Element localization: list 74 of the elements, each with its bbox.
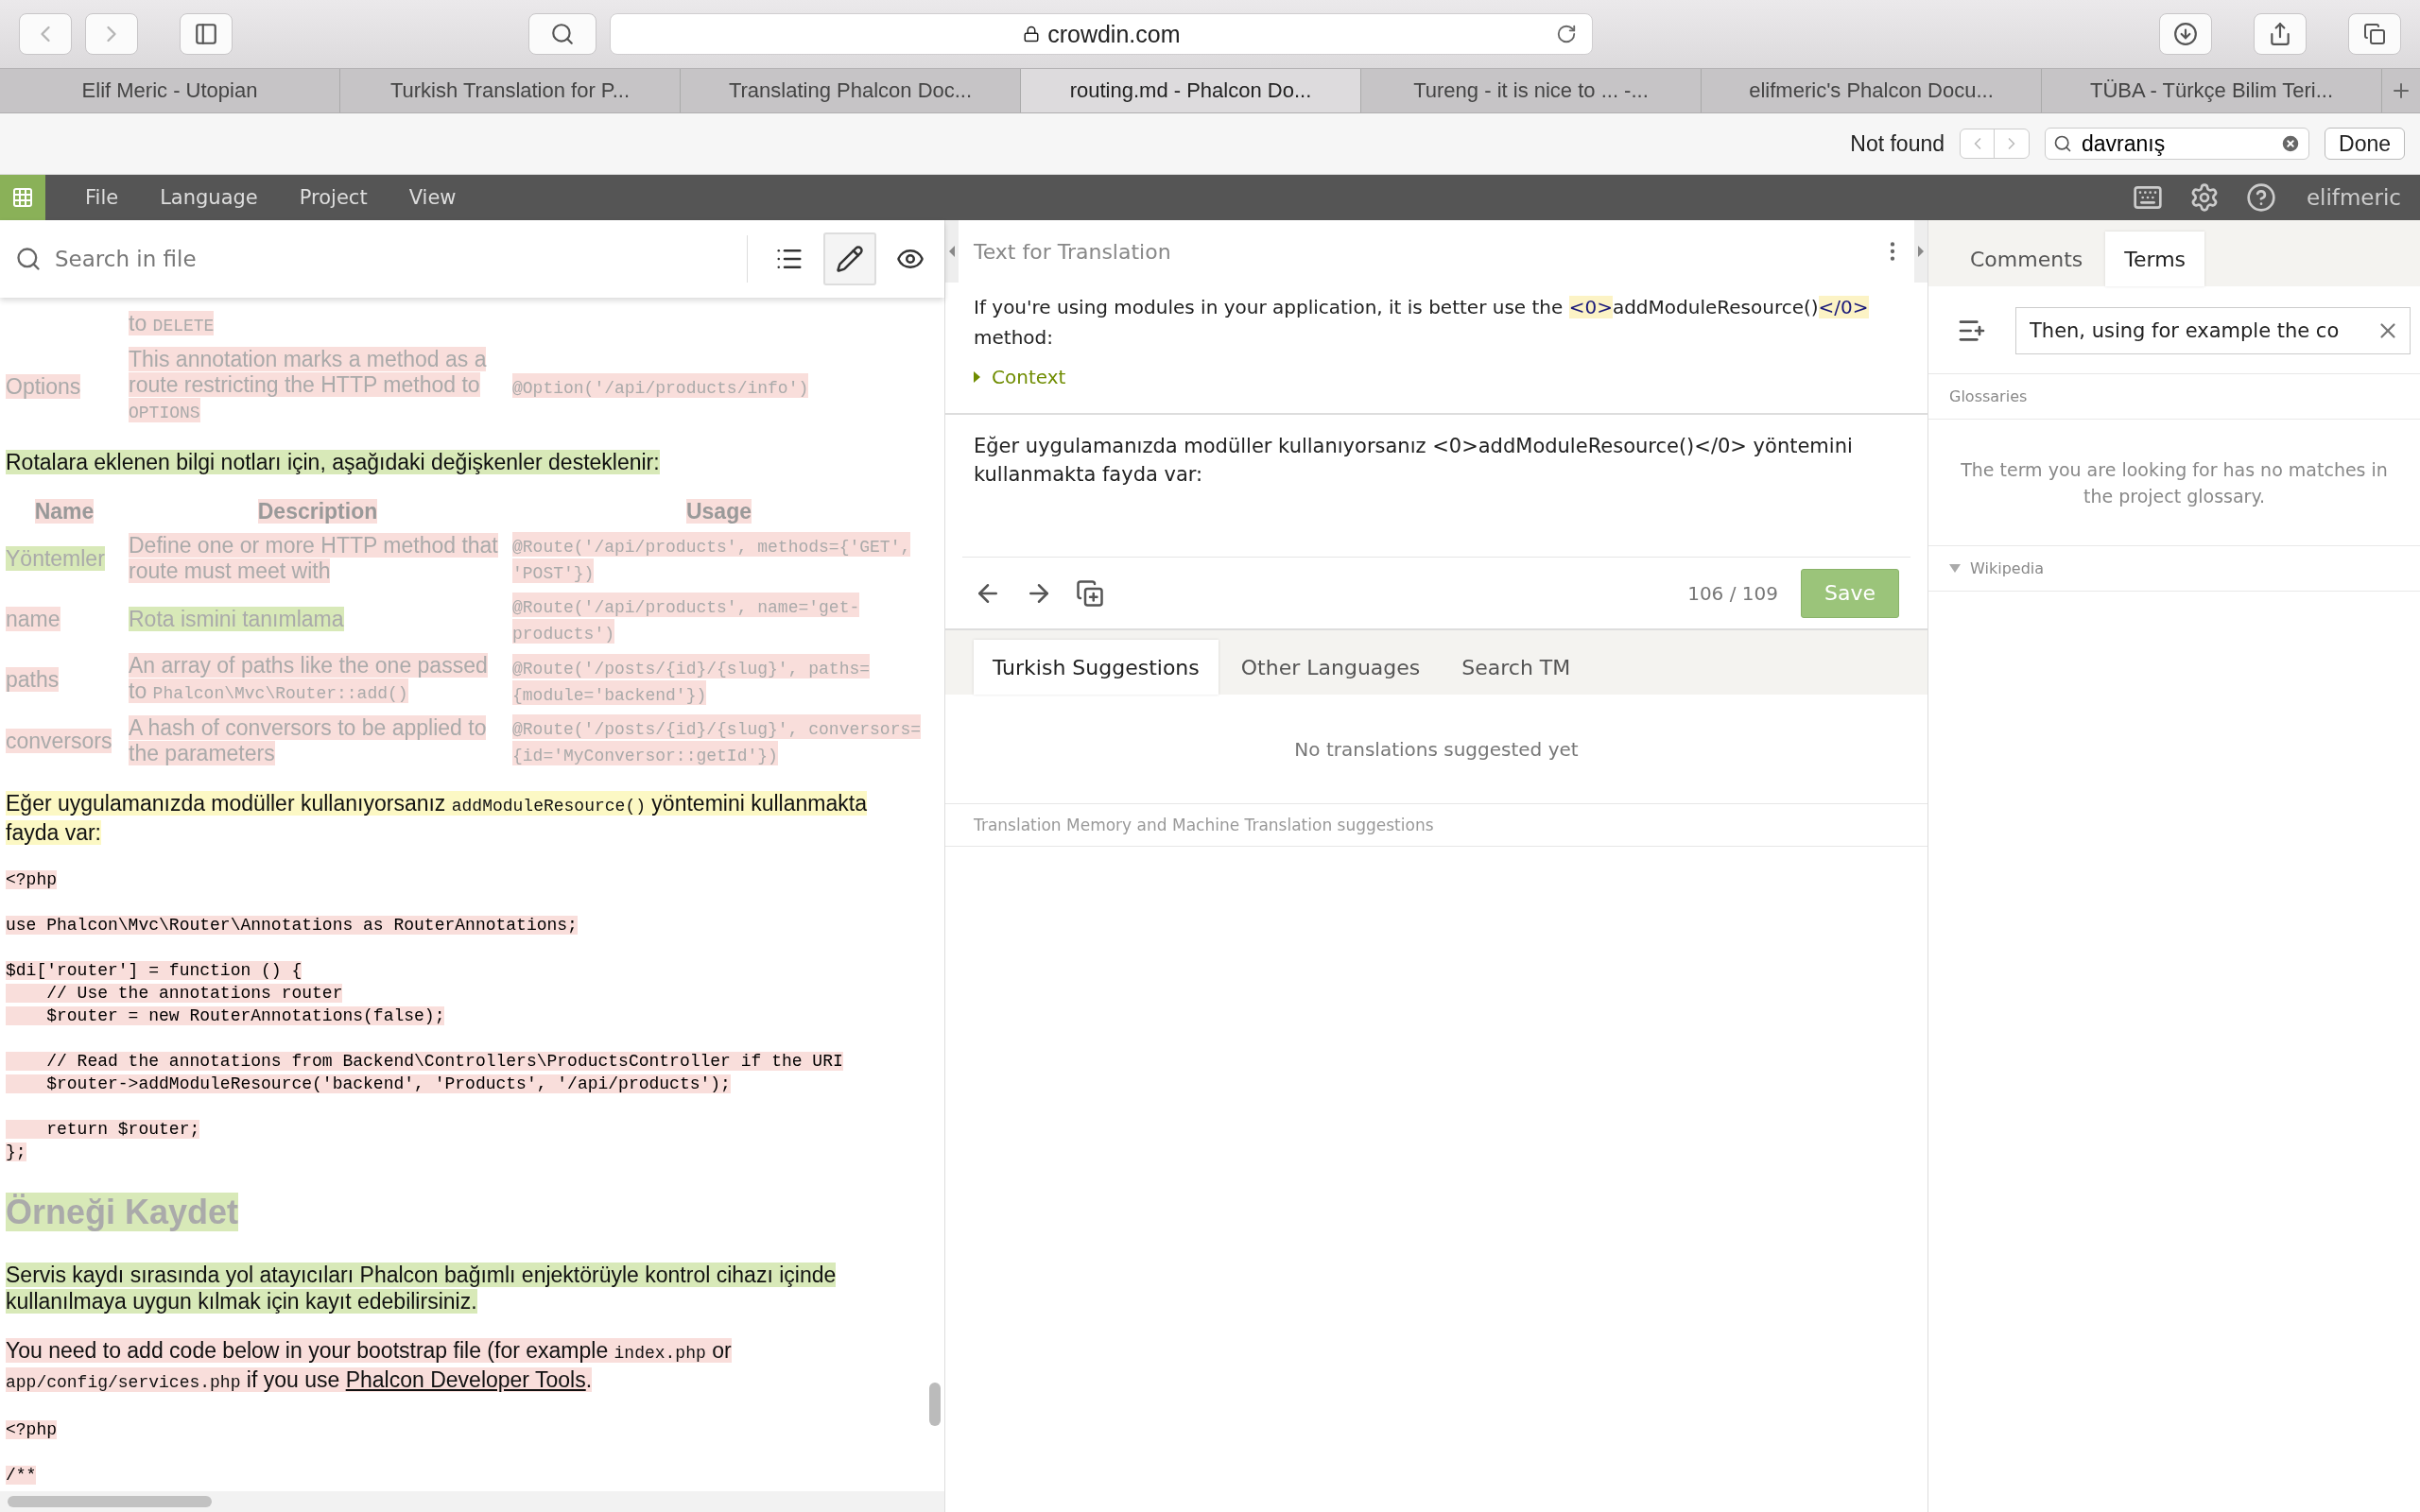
section-label: Glossaries (1949, 387, 2028, 405)
share-icon (2268, 22, 2292, 46)
share-button[interactable] (2254, 13, 2307, 55)
copy-source-icon[interactable] (1076, 578, 1104, 608)
table-cell-text: Options (6, 373, 82, 400)
browser-tab[interactable]: routing.md - Phalcon Do... (1021, 69, 1361, 112)
browser-tab[interactable]: TÜBA - Türkçe Bilim Teri... (2042, 69, 2382, 112)
table-cell-text: paths (6, 667, 60, 693)
heading: Örneği Kaydet (6, 1192, 240, 1233)
tabs-button[interactable] (2348, 13, 2401, 55)
table-cell-text: Yöntemler (6, 545, 106, 572)
browser-tab[interactable]: Turkish Translation for P... (340, 69, 681, 112)
reload-icon[interactable] (1556, 24, 1578, 44)
menu-item[interactable]: File (64, 186, 140, 209)
grid-icon (11, 186, 34, 209)
table-cell-text: Define one or more HTTP method that route must meet with (129, 533, 499, 584)
paragraph: Servis kaydı sırasında yol atayıcıları Phalcon bağımlı enjektörüyle kontrol cihazı içinde kullanılmaya uygun kılmak için kayıt edebilirsiniz. (6, 1262, 838, 1314)
table-cell-text: name (6, 606, 61, 632)
source-text: If you're using modules in your application, it is better use the <0>addModuleResource()</0> method: (973, 295, 1870, 351)
collapse-handle[interactable] (945, 220, 959, 283)
scrollbar-thumb[interactable] (8, 1496, 212, 1507)
menu-item[interactable]: Language (139, 186, 279, 209)
link[interactable]: Phalcon Developer Tools (345, 1367, 586, 1392)
section-label: Translation Memory and Machine Translation suggestions (974, 816, 1434, 834)
context-toggle[interactable]: Context (945, 352, 1927, 413)
menu-item[interactable]: View (388, 186, 477, 209)
user-name[interactable]: elifmeric (2289, 185, 2420, 210)
download-button[interactable] (2159, 13, 2212, 55)
browser-tab[interactable]: Tureng - it is nice to ... -... (1361, 69, 1702, 112)
expand-handle[interactable] (1914, 220, 1927, 283)
browser-tab[interactable]: elifmeric's Phalcon Docu... (1702, 69, 2042, 112)
search-button[interactable] (528, 13, 597, 55)
table-cell-text: Rota ismini tanımlama (129, 606, 345, 632)
column-header: Description (256, 498, 379, 524)
pencil-icon (836, 245, 864, 273)
term-field[interactable]: Then, using for example the co (2015, 307, 2411, 354)
sidebar-icon (194, 22, 218, 46)
search-icon (2053, 134, 2072, 153)
find-status: Not found (1850, 130, 1945, 157)
string-counter: 106 / 109 (1687, 581, 1778, 605)
edit-view-button[interactable] (823, 232, 876, 285)
done-button[interactable]: Done (2325, 128, 2405, 160)
empty-message: No translations suggested yet (1294, 737, 1579, 761)
clear-icon[interactable] (2280, 133, 2301, 154)
suggestions-tab[interactable]: Search TM (1443, 640, 1590, 695)
search-icon (15, 246, 42, 272)
panel-title: Text for Translation (974, 239, 1171, 264)
table-cell-text: to DELETE (129, 311, 216, 337)
paragraph: Eğer uygulamanızda modüller kullanıyorsanız addModuleResource() yöntemini kullanmakta fayda var: (6, 790, 868, 846)
table-cell-text: An array of paths like the one passed to Phalcon\Mvc\Router::add() (129, 653, 489, 705)
suggestions-tab[interactable]: Other Languages (1221, 640, 1440, 695)
scrollbar-thumb[interactable] (929, 1383, 941, 1426)
column-header: Name (33, 498, 95, 524)
side-tab[interactable]: Terms (2105, 232, 2205, 286)
table-cell-text: This annotation marks a method as a route restricting the HTTP method to OPTIONS (129, 347, 488, 424)
table-cell-text: conversors (6, 728, 113, 754)
address-bar[interactable]: crowdin.com (610, 13, 1594, 55)
sidebar-button[interactable] (180, 13, 233, 55)
side-tab[interactable]: Comments (1951, 232, 2102, 286)
column-header: Usage (684, 498, 753, 524)
search-icon (550, 22, 576, 46)
paragraph: Rotalara eklenen bilgi notları için, aşağıdaki değişkenler desteklenir: (6, 449, 661, 475)
tabs-icon (2363, 23, 2386, 45)
wikipedia-toggle[interactable]: Wikipedia (1928, 546, 2420, 592)
download-icon (2173, 22, 2198, 46)
browser-tab[interactable]: Elif Meric - Utopian (0, 69, 340, 112)
apps-button[interactable] (0, 175, 45, 220)
menu-item[interactable]: Project (278, 186, 389, 209)
find-field[interactable]: davranış (2045, 128, 2309, 160)
lock-icon (1023, 26, 1041, 43)
table-cell-text: A hash of conversors to be applied to the parameters (129, 715, 488, 766)
suggestions-tab[interactable]: Turkish Suggestions (974, 640, 1219, 695)
empty-message: The term you are looking for has no matches in the project glossary. (1960, 457, 2389, 508)
paragraph: You need to add code below in your bootstrap file (for example index.php or app/config/services.php if you use Phalcon Developer Tools. (6, 1337, 733, 1394)
